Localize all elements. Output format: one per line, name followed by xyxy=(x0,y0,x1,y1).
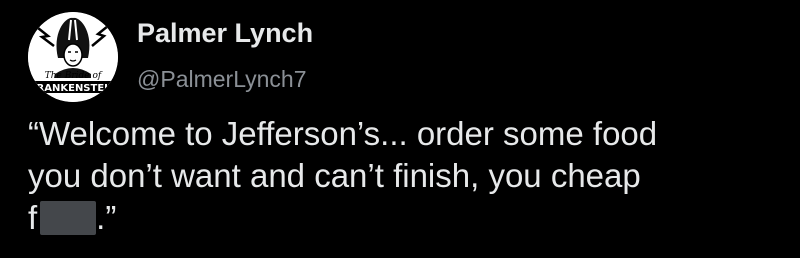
avatar-title-script: The Bride of xyxy=(45,71,103,81)
redaction-box xyxy=(40,201,97,235)
tweet-text-fragment: f xyxy=(28,199,38,236)
tweet-text-line: f .” xyxy=(28,197,798,239)
author-name[interactable]: Palmer Lynch xyxy=(137,17,313,49)
author-handle[interactable]: @PalmerLynch7 xyxy=(137,65,307,93)
tweet-text: “Welcome to Jefferson’s... order some fo… xyxy=(28,113,798,239)
avatar-title-block: FRANKENSTEIN xyxy=(30,83,117,94)
tweet-text-line: “Welcome to Jefferson’s... order some fo… xyxy=(28,115,658,152)
tweet-text-line: you don’t want and can’t finish, you che… xyxy=(28,157,641,194)
bride-of-frankenstein-avatar-icon: The Bride of FRANKENSTEIN xyxy=(28,12,118,102)
profile-avatar[interactable]: The Bride of FRANKENSTEIN xyxy=(28,12,118,102)
tweet-card: The Bride of FRANKENSTEIN Palmer Lynch @… xyxy=(0,0,800,258)
tweet-text-fragment: .” xyxy=(96,199,117,236)
